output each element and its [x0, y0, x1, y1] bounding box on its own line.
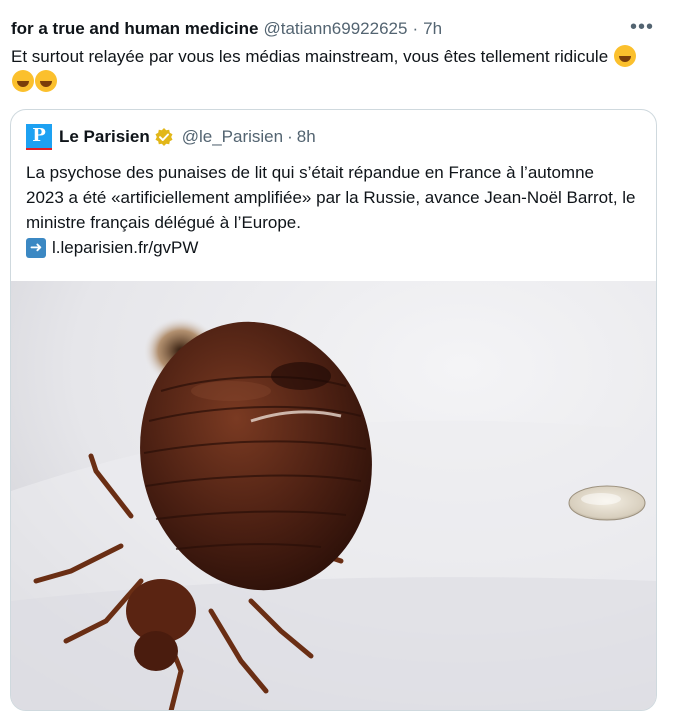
author-name[interactable]: for a true and human medicine — [11, 19, 259, 39]
quoted-tweet-header: P Le Parisien @le_Parisien · 8h — [26, 124, 316, 150]
link-row: ➜ l.leparisien.fr/gvPW — [26, 235, 636, 260]
quoted-timestamp[interactable]: 8h — [297, 127, 316, 147]
le-parisien-logo[interactable]: P — [26, 124, 52, 150]
quoted-tweet-text: La psychose des punaises de lit qui s’ét… — [26, 160, 636, 260]
tweet-header: for a true and human medicine @tatiann69… — [11, 16, 633, 42]
logo-underline — [26, 148, 52, 150]
separator: · — [412, 19, 419, 38]
quoted-text-content: La psychose des punaises de lit qui s’ét… — [26, 163, 636, 232]
bedbug-photo[interactable] — [11, 281, 656, 710]
laughing-emoji-icon — [35, 70, 57, 92]
laughing-emoji-icon — [12, 70, 34, 92]
tweet[interactable]: for a true and human medicine @tatiann69… — [0, 0, 673, 711]
more-options-icon[interactable]: ••• — [629, 14, 655, 40]
right-arrow-icon: ➜ — [26, 237, 46, 258]
quoted-tweet[interactable]: P Le Parisien @le_Parisien · 8h La psych… — [10, 109, 657, 711]
quoted-author-handle[interactable]: @le_Parisien — [182, 127, 283, 147]
quoted-author-name[interactable]: Le Parisien — [59, 127, 150, 147]
logo-letter: P — [32, 125, 46, 146]
tweet-text: Et surtout relayée par vous les médias m… — [11, 44, 641, 94]
article-link[interactable]: l.leparisien.fr/gvPW — [52, 235, 198, 260]
quoted-separator: · — [287, 127, 293, 146]
laughing-emoji-icon — [613, 45, 636, 67]
tweet-text-content: Et surtout relayée par vous les médias m… — [11, 47, 609, 66]
timestamp[interactable]: 7h — [423, 19, 442, 39]
author-handle[interactable]: @tatiann69922625 — [264, 19, 408, 39]
verified-badge-icon — [154, 127, 174, 147]
